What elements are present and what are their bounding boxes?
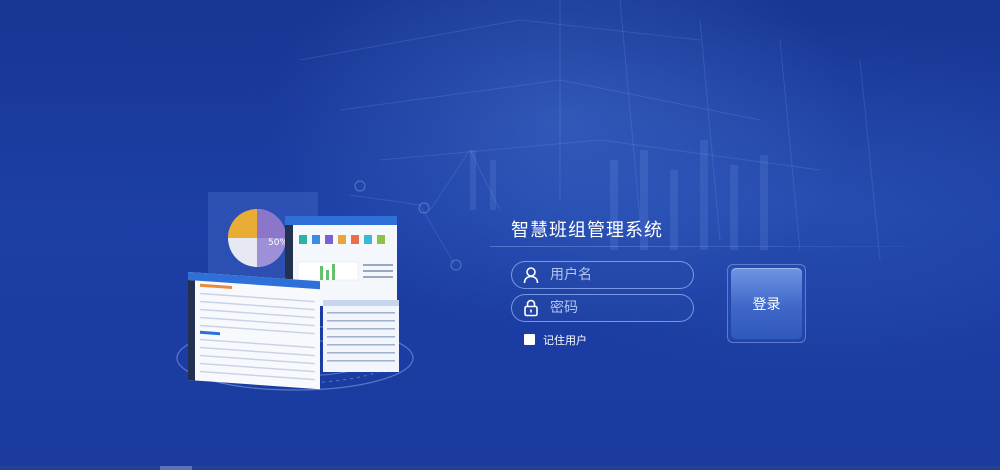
lock-icon xyxy=(524,299,538,317)
title-divider xyxy=(490,246,910,247)
front-dashboard-window xyxy=(188,271,320,390)
bottom-bar xyxy=(0,466,1000,470)
module-tile xyxy=(351,235,359,244)
username-field[interactable] xyxy=(511,261,694,289)
side-table-window xyxy=(323,300,399,372)
password-field[interactable] xyxy=(511,294,694,322)
bottom-bar-segment xyxy=(160,466,192,470)
module-tile xyxy=(299,235,307,244)
module-tile xyxy=(377,235,385,244)
dashboard-illustration: 50% xyxy=(176,192,414,391)
module-tile xyxy=(338,235,346,244)
remember-label: 记住用户 xyxy=(543,334,587,347)
background-tech-lines xyxy=(299,0,881,271)
password-input[interactable] xyxy=(550,298,688,318)
module-tile xyxy=(312,235,320,244)
remember-checkbox[interactable] xyxy=(524,334,535,345)
module-tile xyxy=(325,235,333,244)
login-button-frame: 登录 xyxy=(727,264,806,343)
user-icon xyxy=(523,267,539,284)
app-title: 智慧班组管理系统 xyxy=(511,220,663,241)
module-tile xyxy=(364,235,372,244)
login-button[interactable]: 登录 xyxy=(731,268,802,339)
username-input[interactable] xyxy=(550,265,688,285)
